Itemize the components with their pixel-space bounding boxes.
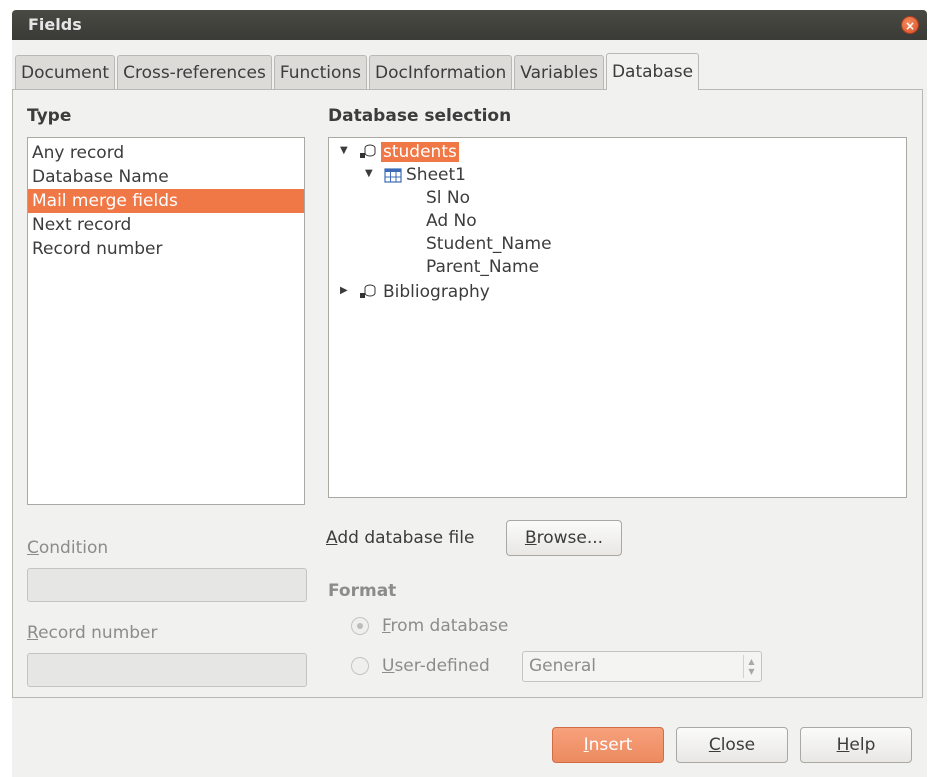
database-tree[interactable]: ▼ students ▼ Sheet1 Sl No Ad No Student_… [328, 137, 907, 498]
expand-sheet1-icon[interactable]: ▼ [365, 168, 373, 179]
collapse-bibliography-icon[interactable]: ▶ [340, 285, 348, 296]
insert-button[interactable]: Insert [552, 727, 664, 763]
format-select[interactable]: General ▲ ▼ [522, 651, 762, 682]
tree-field-ad-no[interactable]: Ad No [426, 210, 477, 233]
tab-cross-references[interactable]: Cross-references [117, 55, 272, 90]
tree-field-sl-no[interactable]: Sl No [426, 187, 470, 210]
type-item-record-number[interactable]: Record number [28, 237, 304, 261]
type-heading: Type [27, 106, 72, 126]
window-title: Fields [28, 15, 82, 34]
tree-item-bibliography[interactable]: Bibliography [383, 281, 490, 304]
close-window-icon[interactable]: × [901, 16, 919, 34]
tab-bar: Document Cross-references Functions DocI… [15, 53, 701, 90]
help-button[interactable]: Help [800, 727, 912, 763]
tree-field-parent-name[interactable]: Parent_Name [426, 256, 539, 279]
database-selection-heading: Database selection [328, 106, 512, 126]
table-icon [384, 168, 402, 183]
tree-item-students[interactable]: students [381, 141, 459, 164]
database-panel: Type Any record Database Name Mail merge… [12, 89, 923, 698]
record-number-label: Record number [27, 623, 158, 643]
tab-document[interactable]: Document [15, 55, 116, 90]
expand-students-icon[interactable]: ▼ [340, 145, 348, 156]
database-icon [360, 284, 376, 298]
type-item-database-name[interactable]: Database Name [28, 165, 304, 189]
format-select-value: General [529, 656, 596, 676]
fields-dialog: Document Cross-references Functions DocI… [12, 40, 927, 777]
user-defined-label: User-defined [382, 656, 490, 676]
spin-arrows-icon: ▲ ▼ [743, 655, 759, 678]
type-list[interactable]: Any record Database Name Mail merge fiel… [27, 137, 305, 505]
condition-label: Condition [27, 538, 109, 558]
close-button[interactable]: Close [676, 727, 788, 763]
tab-functions[interactable]: Functions [273, 55, 368, 90]
tab-variables[interactable]: Variables [514, 55, 604, 90]
students-label: students [381, 142, 459, 162]
type-item-mail-merge-fields[interactable]: Mail merge fields [28, 189, 304, 213]
type-item-any-record[interactable]: Any record [28, 141, 304, 165]
database-icon [360, 144, 376, 158]
tree-item-sheet1[interactable]: Sheet1 [406, 164, 466, 187]
window-titlebar: Fields × [12, 10, 927, 40]
tab-database[interactable]: Database [605, 53, 700, 90]
from-database-label: From database [382, 616, 509, 636]
from-database-radio[interactable] [351, 617, 369, 635]
record-number-field[interactable] [27, 653, 307, 687]
add-database-label: Add database file [326, 528, 475, 548]
format-heading: Format [328, 581, 397, 601]
tree-field-student-name[interactable]: Student_Name [426, 233, 552, 256]
type-item-next-record[interactable]: Next record [28, 213, 304, 237]
tab-docinformation[interactable]: DocInformation [369, 55, 513, 90]
browse-button[interactable]: Browse... [506, 520, 622, 556]
user-defined-radio[interactable] [351, 657, 369, 675]
condition-field[interactable] [27, 568, 307, 602]
